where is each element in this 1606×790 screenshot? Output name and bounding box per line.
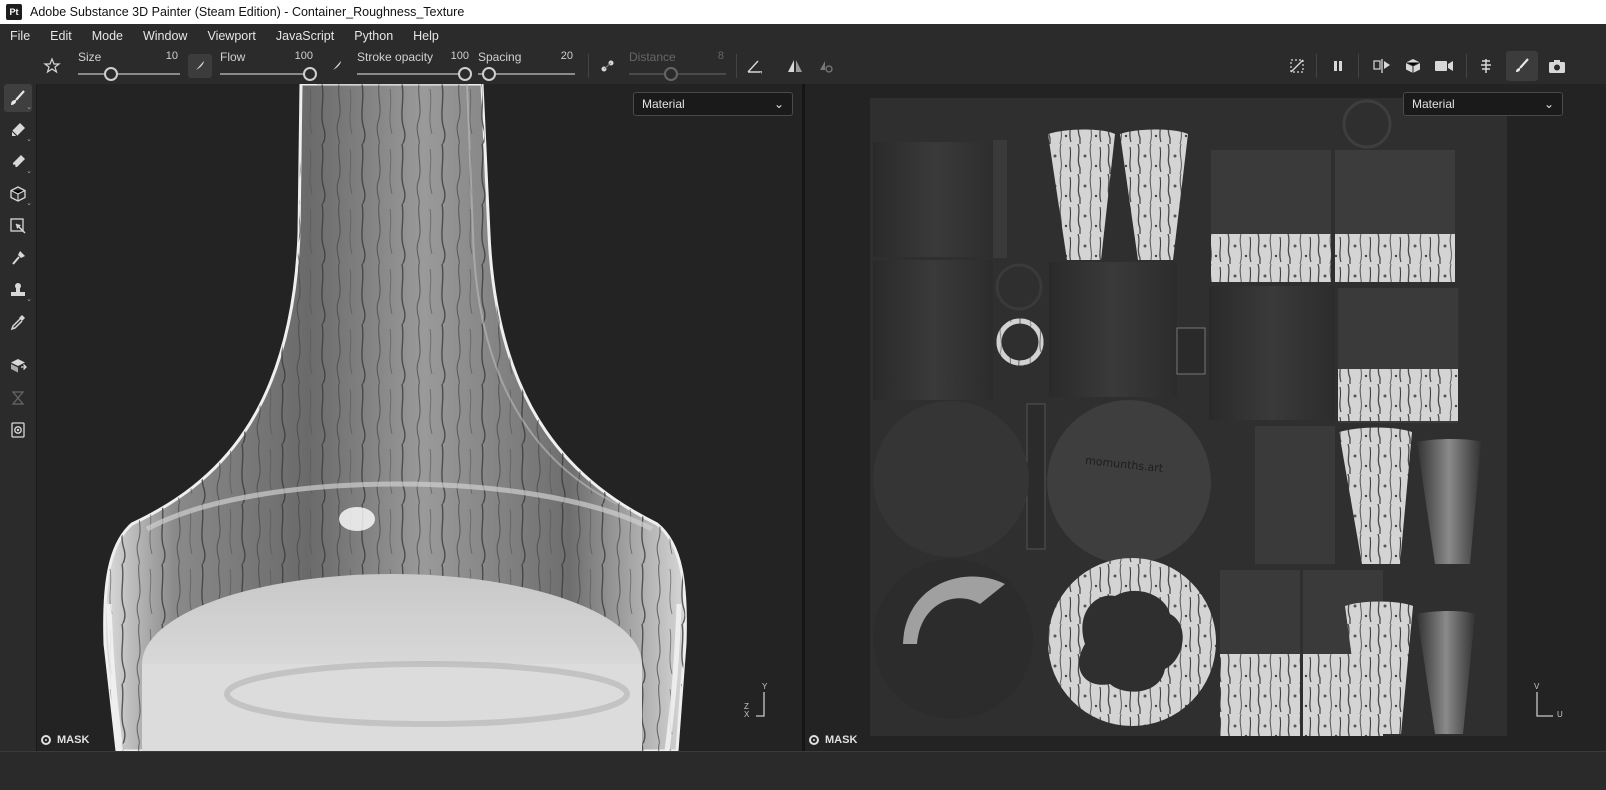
viewport-2d-channel-dropdown[interactable]: Material ⌄	[1403, 92, 1563, 116]
app-logo-icon: Pt	[6, 4, 22, 20]
geometry-fill-tool-icon[interactable]: ⌄	[4, 180, 32, 208]
split-view-icon[interactable]	[1370, 54, 1394, 78]
bake-tool-icon[interactable]	[4, 352, 32, 380]
toolbar-separator	[736, 54, 737, 78]
spacing-label: Spacing	[478, 50, 522, 64]
spacing-knob[interactable]	[482, 67, 496, 81]
line-angle-icon[interactable]	[742, 54, 766, 78]
tool-properties-bar: Size 10 Flow 100 Stroke opacity 100 Spac…	[0, 48, 1606, 85]
viewport-2d-mask-label: MASK	[825, 734, 858, 746]
color-picker-tool-icon[interactable]	[4, 308, 32, 336]
menu-viewport[interactable]: Viewport	[197, 29, 265, 43]
stroke-opacity-value[interactable]: 100	[441, 50, 469, 62]
axis-u-label: U	[1557, 710, 1563, 719]
stroke-opacity-knob[interactable]	[458, 67, 472, 81]
axis-y-label: Y	[762, 682, 768, 691]
menu-bar: File Edit Mode Window Viewport JavaScrip…	[0, 24, 1606, 48]
flow-knob[interactable]	[303, 67, 317, 81]
symmetry-icon[interactable]	[783, 54, 807, 78]
menu-window[interactable]: Window	[133, 29, 197, 43]
viewport-3d-channel-value: Material	[642, 97, 685, 111]
screenshot-tool-icon[interactable]	[4, 416, 32, 444]
toolbar-separator	[1466, 54, 1467, 78]
axis-v-label: V	[1534, 682, 1540, 691]
camera-icon[interactable]	[1432, 54, 1456, 78]
menu-python[interactable]: Python	[344, 29, 403, 43]
brush-preset-icon[interactable]	[40, 54, 64, 78]
pause-icon[interactable]	[1326, 54, 1350, 78]
display-mode-cube-icon[interactable]	[1401, 54, 1425, 78]
distance-label: Distance	[629, 50, 676, 64]
title-bar: Pt Adobe Substance 3D Painter (Steam Edi…	[0, 0, 1606, 24]
chevron-down-icon: ⌄	[1543, 97, 1554, 111]
clone-tool-icon[interactable]: ⌄	[4, 276, 32, 304]
projection-tool-icon[interactable]: ⌄	[4, 148, 32, 176]
distance-knob[interactable]	[664, 67, 678, 81]
viewport-2d-axis-gizmo: V U	[1533, 682, 1563, 722]
viewport-2d-channel-value: Material	[1412, 97, 1455, 111]
flow-label: Flow	[220, 50, 246, 64]
toolbar-separator	[1358, 54, 1359, 78]
symmetry-settings-icon[interactable]	[814, 54, 838, 78]
flow-value[interactable]: 100	[285, 50, 313, 62]
distance-value[interactable]: 8	[696, 50, 724, 62]
viewport-3d-mask-label: MASK	[57, 734, 90, 746]
uv-texture-map: momunths.art	[870, 98, 1507, 736]
window-title: Adobe Substance 3D Painter (Steam Editio…	[30, 5, 465, 19]
viewport-3d-mask-toggle[interactable]: MASK	[41, 734, 89, 746]
lighting-icon[interactable]	[1474, 54, 1498, 78]
chevron-down-icon: ⌄	[773, 97, 784, 111]
viewport-3d[interactable]: Material ⌄ MASK Y Z X	[37, 84, 802, 751]
menu-javascript[interactable]: JavaScript	[266, 29, 344, 43]
viewport-3d-axis-gizmo: Y Z X	[742, 682, 772, 722]
hourglass-icon	[4, 384, 32, 412]
size-knob[interactable]	[104, 67, 118, 81]
flow-pressure-icon[interactable]	[188, 54, 212, 78]
paint-brush-tool-icon[interactable]: ⌄	[4, 84, 32, 112]
paint-mode-brush-icon[interactable]	[1506, 51, 1538, 81]
mask-icon	[41, 735, 51, 745]
menu-file[interactable]: File	[0, 29, 40, 43]
viewport-2d-mask-toggle[interactable]: MASK	[809, 734, 857, 746]
eraser-tool-icon[interactable]: ⌄	[4, 116, 32, 144]
flow-track[interactable]	[220, 73, 315, 75]
viewport-2d[interactable]: momunths.art Material ⌄ MASK V U	[805, 84, 1606, 751]
menu-edit[interactable]: Edit	[40, 29, 82, 43]
mask-icon	[809, 735, 819, 745]
status-bar	[0, 751, 1606, 790]
toolbar-separator	[1316, 54, 1317, 78]
spacing-value[interactable]: 20	[545, 50, 573, 62]
stroke-opacity-pressure-icon[interactable]	[325, 54, 349, 78]
tool-sidebar: ⌄ ⌄ ⌄ ⌄ ⌄	[0, 84, 37, 789]
hide-geometry-icon[interactable]	[1285, 54, 1309, 78]
smudge-tool-icon[interactable]	[4, 244, 32, 272]
screenshot-camera-icon[interactable]	[1545, 54, 1569, 78]
polygon-fill-tool-icon[interactable]	[4, 212, 32, 240]
menu-help[interactable]: Help	[403, 29, 449, 43]
axis-x-label: X	[744, 710, 750, 719]
lazy-mouse-icon[interactable]	[596, 54, 620, 78]
size-track[interactable]	[78, 73, 180, 75]
viewport-3d-channel-dropdown[interactable]: Material ⌄	[633, 92, 793, 116]
size-label: Size	[78, 50, 102, 64]
toolbar-separator	[588, 54, 589, 78]
menu-mode[interactable]: Mode	[82, 29, 133, 43]
stroke-opacity-label: Stroke opacity	[357, 50, 434, 64]
size-value[interactable]: 10	[150, 50, 178, 62]
bottle-render	[103, 84, 687, 751]
stroke-opacity-track[interactable]	[357, 73, 470, 75]
